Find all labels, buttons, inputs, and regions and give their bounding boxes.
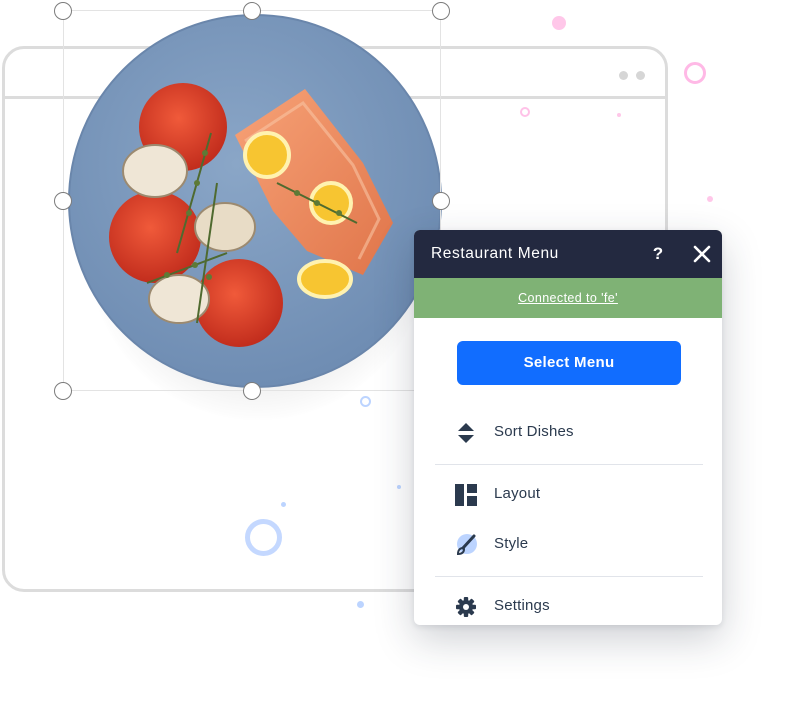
window-dot [636, 71, 645, 80]
close-icon [693, 245, 711, 263]
connection-status-link[interactable]: Connected to 'fe' [518, 291, 618, 305]
select-menu-button[interactable]: Select Menu [457, 341, 681, 385]
connection-status-bar: Connected to 'fe' [414, 278, 722, 318]
menu-item-label: Sort Dishes [494, 423, 574, 440]
decor-ring [520, 107, 530, 117]
decor-dot [357, 601, 364, 608]
decor-dot [397, 485, 401, 489]
sort-arrows-icon [458, 423, 474, 443]
resize-handle-bottom-left[interactable] [54, 382, 72, 400]
help-button[interactable]: ? [648, 242, 668, 266]
divider [435, 464, 703, 465]
resize-handle-top[interactable] [243, 2, 261, 20]
resize-handle-right[interactable] [432, 192, 450, 210]
decor-dot [707, 196, 713, 202]
decor-ring [684, 62, 706, 84]
brush-icon [456, 534, 477, 556]
close-button[interactable] [692, 244, 712, 264]
menu-item-label: Style [494, 535, 529, 552]
panel-title: Restaurant Menu [431, 245, 559, 262]
image-selection-box[interactable] [63, 10, 441, 391]
gear-icon [456, 597, 476, 617]
panel-header: Restaurant Menu ? [414, 230, 722, 278]
window-dot [619, 71, 628, 80]
layout-icon [455, 484, 477, 506]
divider [435, 576, 703, 577]
decor-ring [245, 519, 282, 556]
decor-dot [552, 16, 566, 30]
resize-handle-left[interactable] [54, 192, 72, 210]
decor-dot [281, 502, 286, 507]
decor-ring [360, 396, 371, 407]
restaurant-menu-panel: Restaurant Menu ? Connected to 'fe' Sele… [414, 230, 722, 625]
resize-handle-top-left[interactable] [54, 2, 72, 20]
resize-handle-bottom[interactable] [243, 382, 261, 400]
resize-handle-top-right[interactable] [432, 2, 450, 20]
menu-item-label: Settings [494, 597, 550, 614]
decor-dot [617, 113, 621, 117]
menu-item-label: Layout [494, 485, 541, 502]
